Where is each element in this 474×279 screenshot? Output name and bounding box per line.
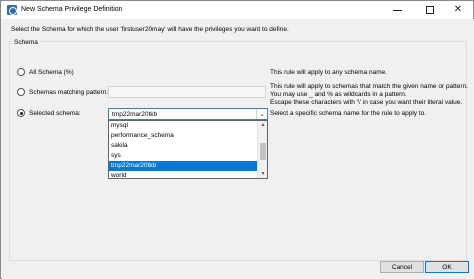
- chevron-down-icon[interactable]: ⌄: [256, 109, 267, 119]
- schema-dropdown-list[interactable]: mysql performance_schema sakila sys tmp22mar…: [108, 120, 268, 179]
- dropdown-item[interactable]: world: [109, 171, 258, 178]
- pattern-input[interactable]: [108, 86, 266, 98]
- dropdown-item[interactable]: tmp22mar20tkb: [109, 161, 258, 171]
- minimize-button[interactable]: [382, 1, 412, 19]
- title-bar: New Schema Privilege Definition ✕: [1, 1, 473, 19]
- ok-button[interactable]: OK: [425, 261, 469, 273]
- dialog-content: Select the Schema for which the user 'fi…: [2, 19, 474, 279]
- dialog-window: New Schema Privilege Definition ✕ Select…: [0, 0, 474, 279]
- dropdown-item[interactable]: sakila: [109, 141, 258, 151]
- instruction-text: Select the Schema for which the user 'fi…: [11, 26, 289, 33]
- scroll-down-icon[interactable]: ▼: [258, 170, 267, 178]
- radio-matching-pattern[interactable]: Schemas matching pattern:: [17, 88, 108, 96]
- dropdown-item[interactable]: mysql: [109, 121, 258, 131]
- maximize-icon: [426, 6, 434, 14]
- radio-matching-pattern-indicator[interactable]: [17, 88, 25, 96]
- radio-matching-pattern-label: Schemas matching pattern:: [29, 88, 109, 96]
- matching-description-line: You may use _ and % as wildcards in a pa…: [270, 91, 407, 98]
- cancel-button[interactable]: Cancel: [380, 261, 424, 273]
- radio-all-schema-indicator[interactable]: [17, 68, 25, 76]
- matching-description-line: Escape these characters with '\' in case…: [270, 99, 463, 106]
- radio-selected-schema-label: Selected schema:: [29, 109, 81, 117]
- dropdown-item[interactable]: sys: [109, 151, 258, 161]
- close-button[interactable]: ✕: [443, 1, 473, 19]
- matching-pattern-description: This rule will apply to schemas that mat…: [270, 83, 468, 107]
- dropdown-scrollbar[interactable]: ▲ ▼: [257, 121, 267, 178]
- scroll-up-icon[interactable]: ▲: [258, 121, 267, 129]
- window-title: New Schema Privilege Definition: [21, 6, 123, 13]
- schema-select[interactable]: tmp22mar20tkb ⌄: [108, 108, 268, 120]
- schema-select-value: tmp22mar20tkb: [112, 111, 158, 118]
- maximize-button[interactable]: [415, 1, 445, 19]
- app-icon: [7, 5, 17, 15]
- radio-all-schema[interactable]: All Schema (%): [17, 68, 74, 76]
- radio-selected-schema[interactable]: Selected schema:: [17, 109, 81, 117]
- minimize-icon: [392, 9, 402, 11]
- matching-description-line: This rule will apply to schemas that mat…: [270, 83, 468, 90]
- dropdown-item[interactable]: performance_schema: [109, 131, 258, 141]
- selected-schema-description: Select a specific schema name for the ru…: [270, 110, 427, 117]
- schema-group-label: Schema: [12, 39, 40, 46]
- radio-all-schema-label: All Schema (%): [29, 68, 74, 76]
- dropdown-items: mysql performance_schema sakila sys tmp22mar…: [109, 121, 258, 178]
- radio-selected-schema-indicator[interactable]: [17, 109, 25, 117]
- scrollbar-thumb[interactable]: [260, 143, 266, 160]
- close-icon: ✕: [453, 4, 463, 15]
- all-schema-description: This rule will apply to any schema name.: [270, 69, 388, 76]
